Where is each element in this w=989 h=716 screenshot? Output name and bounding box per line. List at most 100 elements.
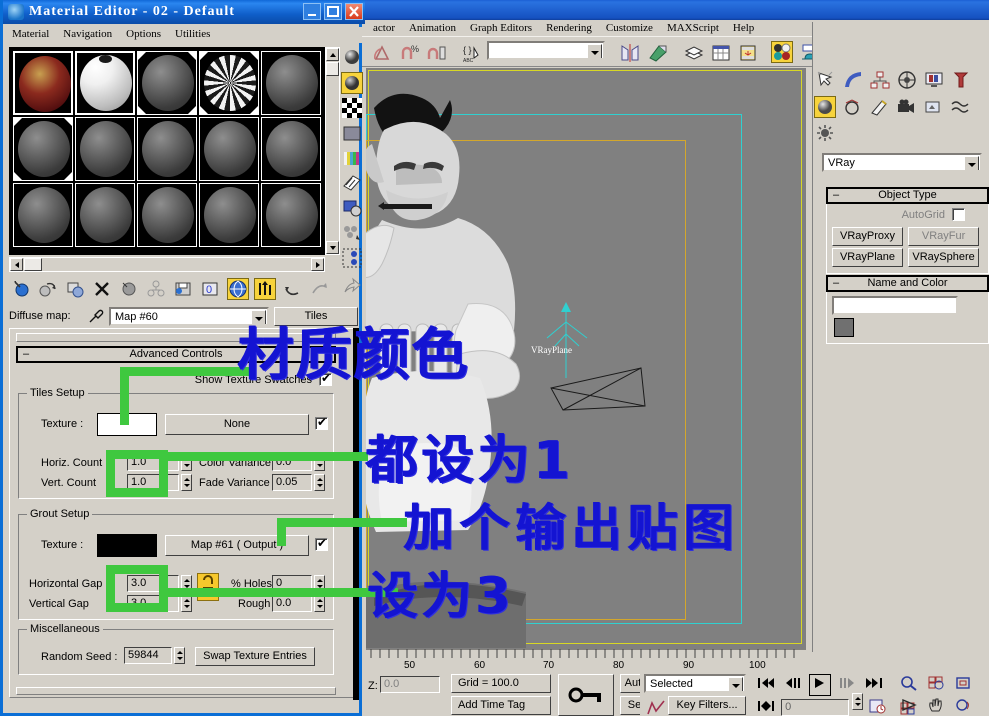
max-menu-maxscript[interactable]: MAXScript [660,20,726,34]
max-menu-graph-editors[interactable]: Graph Editors [463,20,539,34]
field-of-view-icon[interactable] [899,696,921,716]
material-slot-5[interactable] [261,51,321,115]
key-mode-toggle-button[interactable] [558,674,614,716]
mirror-icon[interactable] [618,41,640,63]
zoom-icon[interactable] [899,674,921,696]
zoom-extents-icon[interactable] [953,674,975,696]
tab-motion-icon[interactable] [895,68,917,90]
current-frame-spinner[interactable] [852,693,863,710]
tiles-texture-enable-checkbox[interactable] [315,417,328,430]
grout-texture-enable-checkbox[interactable] [315,538,328,551]
tiles-texture-map-button[interactable]: None [165,414,309,435]
geometry-icon[interactable] [814,96,836,118]
me-menu-navigation[interactable]: Navigation [57,27,120,40]
random-seed-field[interactable]: 59844 [124,647,172,664]
put-to-library-icon[interactable] [172,278,194,300]
go-to-start-icon[interactable] [755,674,777,696]
helpers-icon[interactable] [922,96,944,118]
named-selection-sets-icon[interactable]: { }ABC [461,41,483,63]
max-menu-actor[interactable]: actor [366,20,402,34]
map-name-combo[interactable]: Map #60 [109,307,269,326]
random-seed-spinner[interactable] [174,647,185,664]
create-category-row[interactable] [813,94,989,122]
rough-field[interactable]: 0.0 [272,595,312,612]
tab-display-icon[interactable] [922,68,944,90]
pan-hand-icon[interactable] [926,696,948,716]
material-sample-slots[interactable] [9,47,325,255]
sample-type-sphere-icon[interactable] [341,47,363,69]
slots-vertical-scrollbar[interactable] [325,47,340,255]
named-selection-combo[interactable] [487,41,605,60]
material-editor-vertical-toolbar[interactable] [341,47,363,287]
options-icon[interactable] [341,197,363,219]
me-menu-material[interactable]: Material [6,27,57,40]
material-by-object-icon[interactable] [341,222,363,244]
me-menu-options[interactable]: Options [120,27,169,40]
scroll-up-button[interactable] [326,48,339,61]
background-checker-icon[interactable] [341,97,363,119]
play-animation-icon[interactable] [809,674,831,696]
material-slot-15[interactable] [261,183,321,247]
perspective-viewport[interactable]: VRayPlane [366,68,806,648]
material-slot-6[interactable] [13,117,73,181]
tab-create-icon[interactable] [814,68,836,90]
slots-horizontal-scrollbar[interactable] [9,257,325,272]
object-color-swatch[interactable] [834,318,854,337]
collapse-icon[interactable]: – [833,189,839,202]
rollout-header-advanced-controls[interactable]: – Advanced Controls [16,346,336,363]
time-configuration-range-icon[interactable] [755,697,777,716]
go-to-end-icon[interactable] [863,674,885,696]
key-mode-curve-icon[interactable] [645,698,667,716]
object-name-field[interactable] [832,296,958,315]
material-editor-titlebar[interactable]: Material Editor - 02 - Default [3,0,365,24]
command-panel-tabs[interactable] [813,66,989,94]
chevron-down-icon[interactable] [728,677,743,692]
material-slot-9[interactable] [199,117,259,181]
object-class-combo[interactable]: VRay [822,153,982,172]
put-material-to-scene-icon[interactable] [37,278,59,300]
scroll-right-button[interactable] [311,258,324,271]
selection-set-combo[interactable]: Selected [644,674,746,693]
chevron-down-icon[interactable] [587,44,602,59]
key-filters-button[interactable]: Key Filters... [668,696,746,715]
spinner-snap-icon[interactable] [425,41,447,63]
arc-rotate-icon[interactable] [953,696,975,716]
cameras-icon[interactable] [895,96,917,118]
vertical-gap-spinner[interactable] [181,595,192,612]
go-forward-to-sibling-icon[interactable] [308,278,330,300]
swap-texture-entries-button[interactable]: Swap Texture Entries [195,647,315,666]
fade-variance-spinner[interactable] [314,474,325,491]
collapse-icon[interactable]: – [833,277,839,290]
material-slot-14[interactable] [199,183,259,247]
material-slot-13[interactable] [137,183,197,247]
video-color-check-icon[interactable] [341,147,363,169]
material-slot-2[interactable] [75,51,135,115]
material-editor-icon[interactable] [771,41,793,63]
map-type-button[interactable]: Tiles [274,307,358,326]
material-slot-1[interactable] [13,51,73,115]
material-slot-10[interactable] [261,117,321,181]
make-unique-material-icon[interactable] [145,278,167,300]
percent-snap-icon[interactable]: % [398,41,420,63]
close-button[interactable] [345,3,363,20]
reset-map-icon[interactable] [91,278,113,300]
tab-utilities-icon[interactable] [949,68,971,90]
material-slot-11[interactable] [13,183,73,247]
get-material-icon[interactable] [10,278,32,300]
sample-uv-tiling-icon[interactable] [341,122,363,144]
current-frame-field[interactable]: 0 [781,699,849,716]
max-menu-animation[interactable]: Animation [402,20,463,34]
material-slot-4[interactable] [199,51,259,115]
show-texture-swatches-checkbox[interactable] [319,373,332,386]
eyedropper-icon[interactable] [87,308,105,327]
systems-icon[interactable] [814,122,836,144]
make-material-copy-icon[interactable] [118,278,140,300]
autogrid-checkbox[interactable] [952,208,965,221]
material-slot-3[interactable] [137,51,197,115]
show-map-in-viewport-icon[interactable] [227,278,249,300]
scroll-thumb[interactable] [24,258,42,271]
rough-spinner[interactable] [314,595,325,612]
space-warps-icon[interactable] [949,96,971,118]
time-configuration-icon[interactable] [867,697,889,716]
rollout-header-name-and-color[interactable]: – Name and Color [826,275,989,292]
